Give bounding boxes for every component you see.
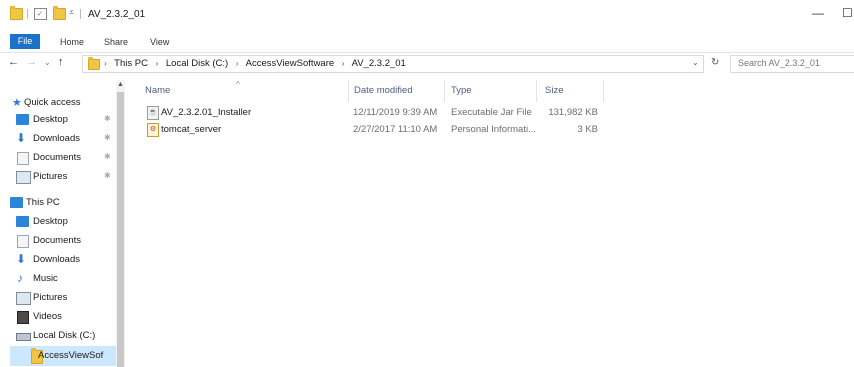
nav-qa-desktop[interactable]: Desktop ✱: [0, 111, 128, 129]
nav-qa-pictures[interactable]: Pictures ✱: [0, 168, 128, 186]
file-name: tomcat_server: [161, 124, 222, 135]
desktop-icon: [16, 216, 29, 227]
pin-icon[interactable]: ✱: [104, 171, 111, 180]
desktop-icon: [16, 114, 29, 125]
file-size: 3 KB: [577, 124, 598, 135]
tab-view[interactable]: View: [150, 37, 169, 47]
pictures-icon: [16, 292, 31, 305]
nav-qa-documents[interactable]: Documents ✱: [0, 149, 128, 167]
forward-arrow-icon[interactable]: →: [26, 56, 37, 68]
nav-pc-accessviewsoftware[interactable]: AccessViewSof: [10, 346, 116, 366]
nav-pc-desktop[interactable]: Desktop: [0, 213, 128, 231]
file-date: 12/11/2019 9:39 AM: [353, 107, 438, 118]
breadcrumb-local-disk[interactable]: Local Disk (C:): [166, 58, 228, 69]
address-dropdown-icon[interactable]: ⌄: [692, 58, 699, 67]
column-divider[interactable]: [603, 80, 604, 102]
nav-pc-videos[interactable]: Videos: [0, 308, 128, 326]
pin-icon[interactable]: ✱: [104, 133, 111, 142]
column-header-name[interactable]: Name: [145, 85, 170, 96]
recent-locations-icon[interactable]: ⌄: [44, 58, 51, 67]
computer-icon: [10, 197, 23, 208]
folder-icon: [10, 6, 23, 20]
toolbar-divider: [27, 9, 28, 19]
nav-pc-downloads[interactable]: ⬇ Downloads: [0, 251, 128, 269]
folder-icon: [88, 57, 100, 70]
back-arrow-icon[interactable]: ←: [8, 56, 19, 68]
jar-file-icon: ☕: [147, 106, 159, 120]
up-arrow-icon[interactable]: ↑: [58, 56, 64, 68]
nav-pc-music[interactable]: ♪ Music: [0, 270, 128, 288]
column-header-date-modified[interactable]: Date modified: [354, 85, 413, 96]
column-divider[interactable]: [348, 80, 349, 102]
title-bar: ✓ ⩡ AV_2.3.2_01 — ☐: [0, 0, 854, 28]
table-row[interactable]: ☕ AV_2.3.2.01_Installer 12/11/2019 9:39 …: [140, 104, 610, 120]
file-name: AV_2.3.2.01_Installer: [161, 107, 252, 118]
pin-icon[interactable]: ✱: [104, 152, 111, 161]
drive-icon: [16, 333, 31, 341]
nav-pc-pictures[interactable]: Pictures: [0, 289, 128, 307]
pictures-icon: [16, 171, 31, 184]
column-header-size[interactable]: Size: [545, 85, 563, 96]
properties-icon[interactable]: ✓: [34, 8, 47, 20]
nav-pc-local-disk[interactable]: Local Disk (C:): [0, 327, 128, 345]
column-divider[interactable]: [444, 80, 445, 102]
nav-scrollbar-thumb[interactable]: [117, 92, 124, 367]
pin-icon[interactable]: ✱: [104, 114, 111, 123]
nav-qa-downloads[interactable]: ⬇ Downloads ✱: [0, 130, 128, 148]
documents-icon: [17, 152, 29, 165]
table-row[interactable]: ⚙ tomcat_server 2/27/2017 11:10 AM Perso…: [140, 121, 610, 137]
tab-home[interactable]: Home: [60, 37, 84, 47]
customize-toolbar-icon[interactable]: ⩡: [69, 7, 74, 18]
column-header-type[interactable]: Type: [451, 85, 472, 96]
maximize-button[interactable]: ☐: [842, 6, 853, 20]
file-type: Executable Jar File: [451, 107, 532, 118]
downloads-icon: ⬇: [16, 252, 27, 266]
downloads-icon: ⬇: [16, 131, 27, 145]
navigation-pane: ★ Quick access Desktop ✱ ⬇ Downloads ✱ D…: [0, 80, 128, 367]
refresh-icon[interactable]: ↻: [711, 57, 719, 68]
nav-quick-access[interactable]: ★ Quick access: [0, 94, 128, 112]
breadcrumb-current-folder[interactable]: AV_2.3.2_01: [352, 58, 406, 69]
breadcrumb-accessviewsoftware[interactable]: AccessViewSoftware: [246, 58, 335, 69]
sort-ascending-icon: ^: [236, 80, 240, 89]
file-size: 131,982 KB: [548, 107, 598, 118]
tab-file[interactable]: File: [10, 34, 40, 49]
search-placeholder: Search AV_2.3.2_01: [738, 58, 820, 68]
nav-this-pc[interactable]: This PC: [0, 194, 128, 212]
toolbar-divider: [80, 9, 81, 19]
file-type: Personal Informati...: [451, 124, 537, 135]
breadcrumb: › This PC › Local Disk (C:) › AccessView…: [104, 58, 406, 69]
window-title: AV_2.3.2_01: [88, 9, 146, 20]
documents-icon: [17, 235, 29, 248]
minimize-button[interactable]: —: [812, 6, 824, 20]
file-date: 2/27/2017 11:10 AM: [353, 124, 438, 135]
scroll-up-icon[interactable]: ▲: [117, 81, 124, 88]
new-folder-icon[interactable]: [53, 6, 66, 20]
breadcrumb-this-pc[interactable]: This PC: [114, 58, 148, 69]
videos-icon: [17, 311, 29, 324]
music-icon: ♪: [17, 271, 23, 285]
tab-share[interactable]: Share: [104, 37, 128, 47]
nav-pc-documents[interactable]: Documents: [0, 232, 128, 250]
pif-file-icon: ⚙: [147, 123, 159, 137]
column-divider[interactable]: [536, 80, 537, 102]
